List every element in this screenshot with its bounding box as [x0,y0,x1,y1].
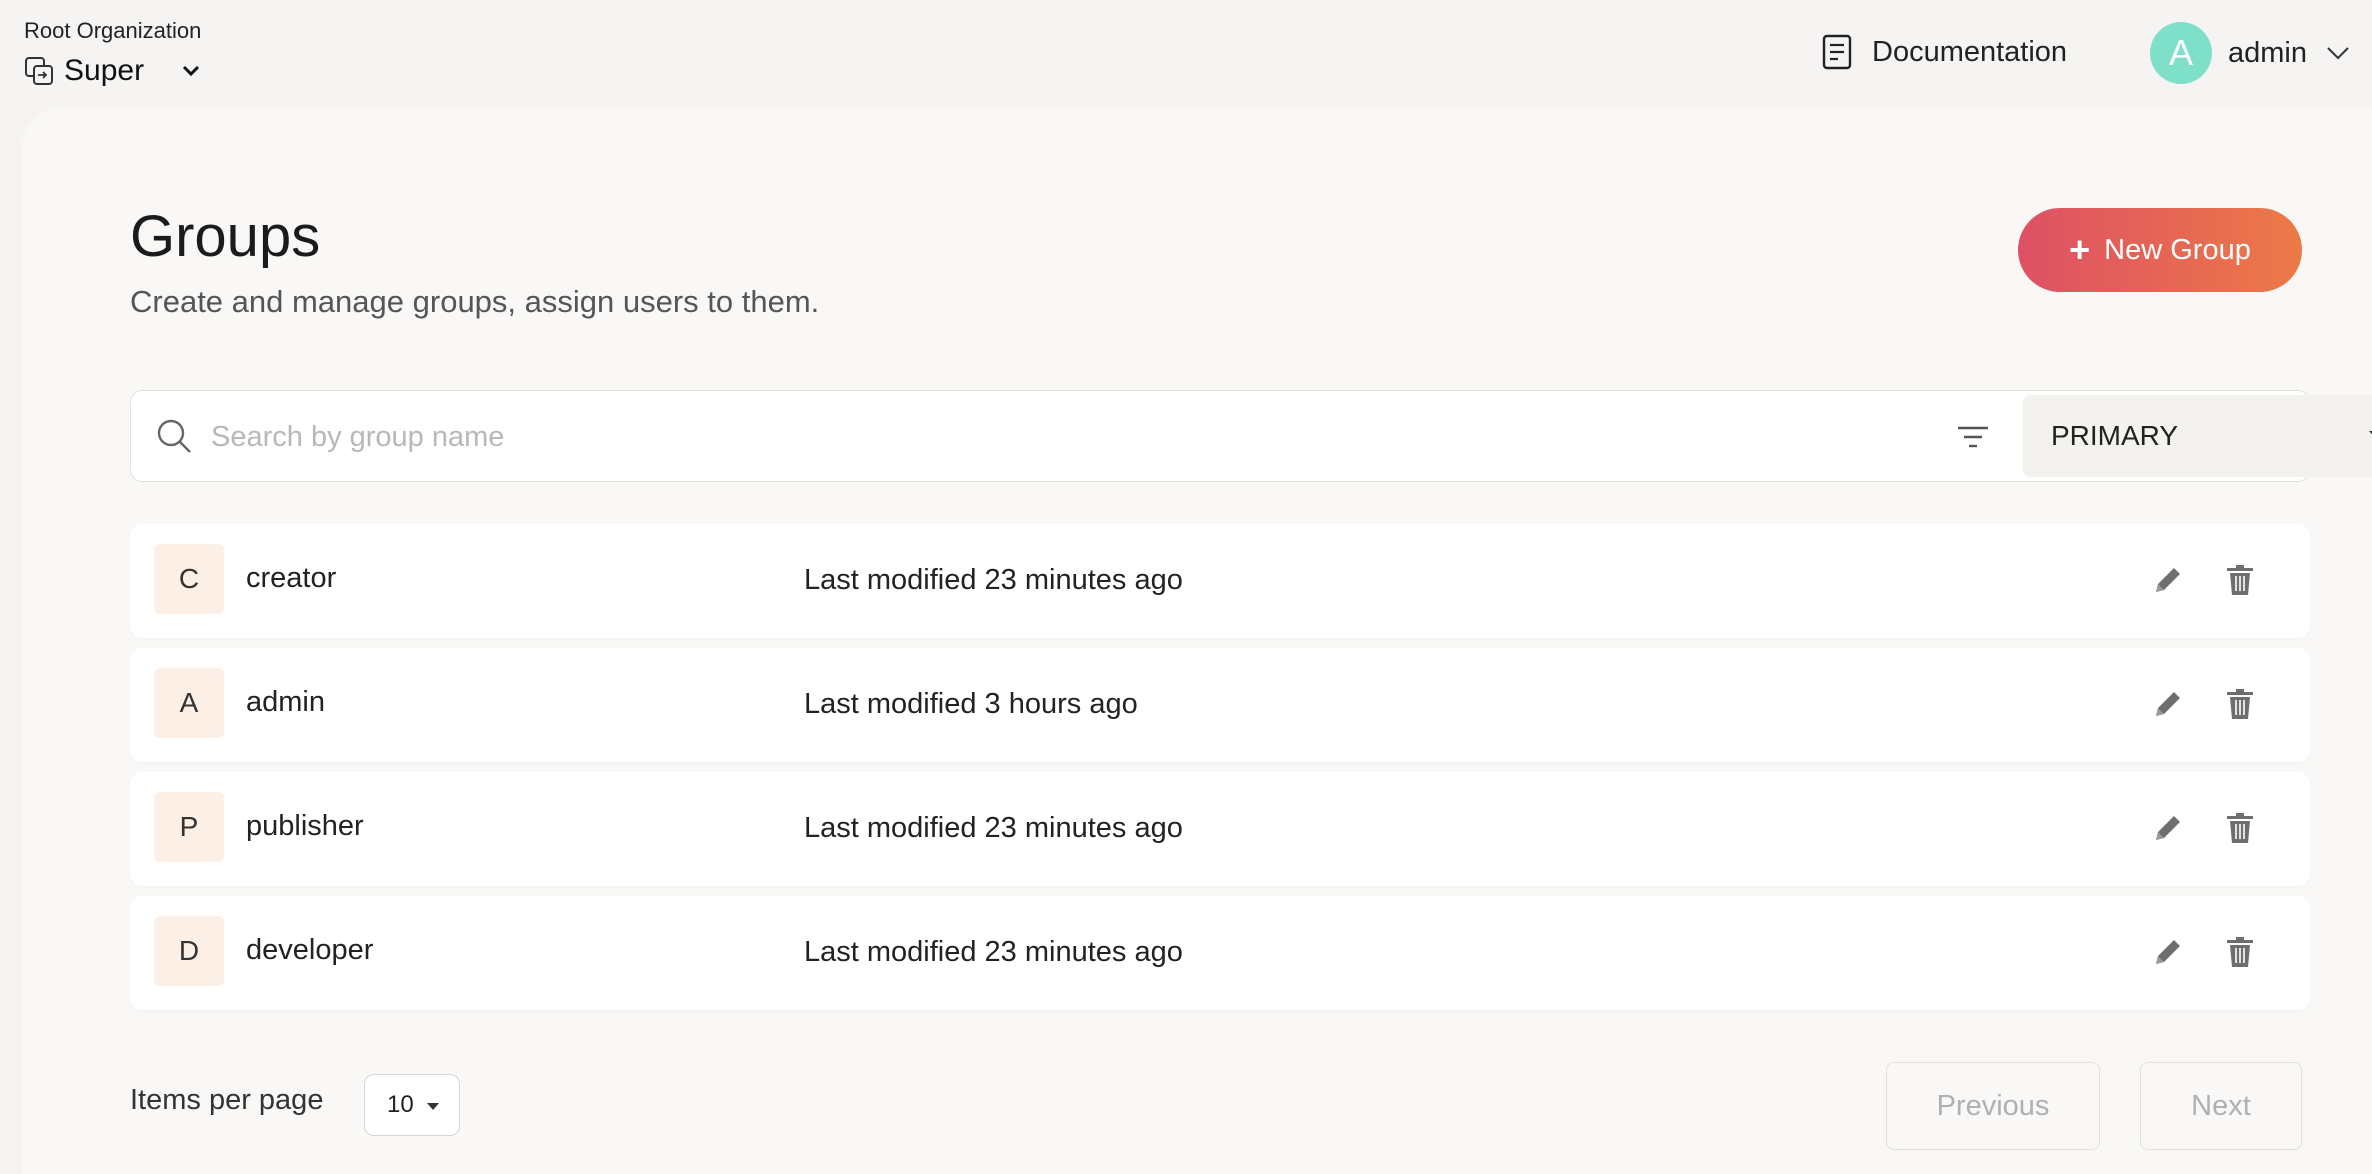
org-name: Super [64,54,145,87]
chevron-down-icon[interactable] [180,60,202,82]
documentation-link[interactable]: Documentation [1822,34,2067,70]
group-modified: Last modified 23 minutes ago [804,936,1183,968]
filter-icon[interactable] [1955,419,1991,455]
edit-icon[interactable] [2150,934,2186,970]
group-modified: Last modified 23 minutes ago [804,564,1183,596]
previous-button[interactable]: Previous [1886,1062,2100,1150]
list-item[interactable]: P publisher Last modified 23 minutes ago [130,772,2310,886]
next-button[interactable]: Next [2140,1062,2302,1150]
user-menu[interactable]: A admin [2150,22,2351,84]
group-avatar: A [154,668,224,738]
group-name: creator [246,562,337,594]
trash-icon[interactable] [2222,934,2258,970]
plus-icon: + [2069,229,2091,270]
group-name: developer [246,934,374,966]
user-name: admin [2228,36,2307,69]
userstore-value: PRIMARY [2051,420,2179,451]
group-modified: Last modified 23 minutes ago [804,812,1183,844]
list-item[interactable]: C creator Last modified 23 minutes ago [130,524,2310,638]
org-label: Root Organization [24,18,202,43]
main-panel: Groups Create and manage groups, assign … [22,108,2372,1174]
documentation-label: Documentation [1872,35,2068,68]
edit-icon[interactable] [2150,686,2186,722]
group-modified: Last modified 3 hours ago [804,688,1138,720]
search-bar: PRIMARY [130,390,2372,482]
group-name: publisher [246,810,364,842]
new-group-label: New Group [2104,233,2251,266]
userstore-select[interactable]: PRIMARY [2023,395,2372,477]
top-bar: Root Organization Super Documentation A … [0,0,2372,108]
items-per-page-select[interactable]: 10 [364,1074,460,1136]
org-switcher[interactable]: Super [24,54,202,88]
document-icon [1822,34,1852,70]
list-item[interactable]: D developer Last modified 23 minutes ago [130,896,2310,1010]
edit-icon[interactable] [2150,562,2186,598]
group-name: admin [246,686,325,718]
caret-down-icon [427,1103,439,1110]
trash-icon[interactable] [2222,562,2258,598]
page-subtitle: Create and manage groups, assign users t… [130,284,820,319]
new-group-button[interactable]: + New Group [2018,208,2302,292]
trash-icon[interactable] [2222,810,2258,846]
org-switcher-block: Root Organization Super [24,18,202,88]
list-item[interactable]: A admin Last modified 3 hours ago [130,648,2310,762]
page-title: Groups [130,204,321,269]
chevron-down-icon[interactable] [2325,40,2351,66]
items-per-page-label: Items per page [130,1084,324,1116]
group-list: C creator Last modified 23 minutes ago A… [130,524,2310,1020]
search-icon [157,419,191,453]
search-input[interactable] [211,411,1931,463]
items-per-page-value: 10 [387,1091,414,1118]
org-switch-icon [25,57,53,85]
group-avatar: D [154,916,224,986]
group-avatar: C [154,544,224,614]
edit-icon[interactable] [2150,810,2186,846]
avatar: A [2150,22,2212,84]
group-avatar: P [154,792,224,862]
trash-icon[interactable] [2222,686,2258,722]
